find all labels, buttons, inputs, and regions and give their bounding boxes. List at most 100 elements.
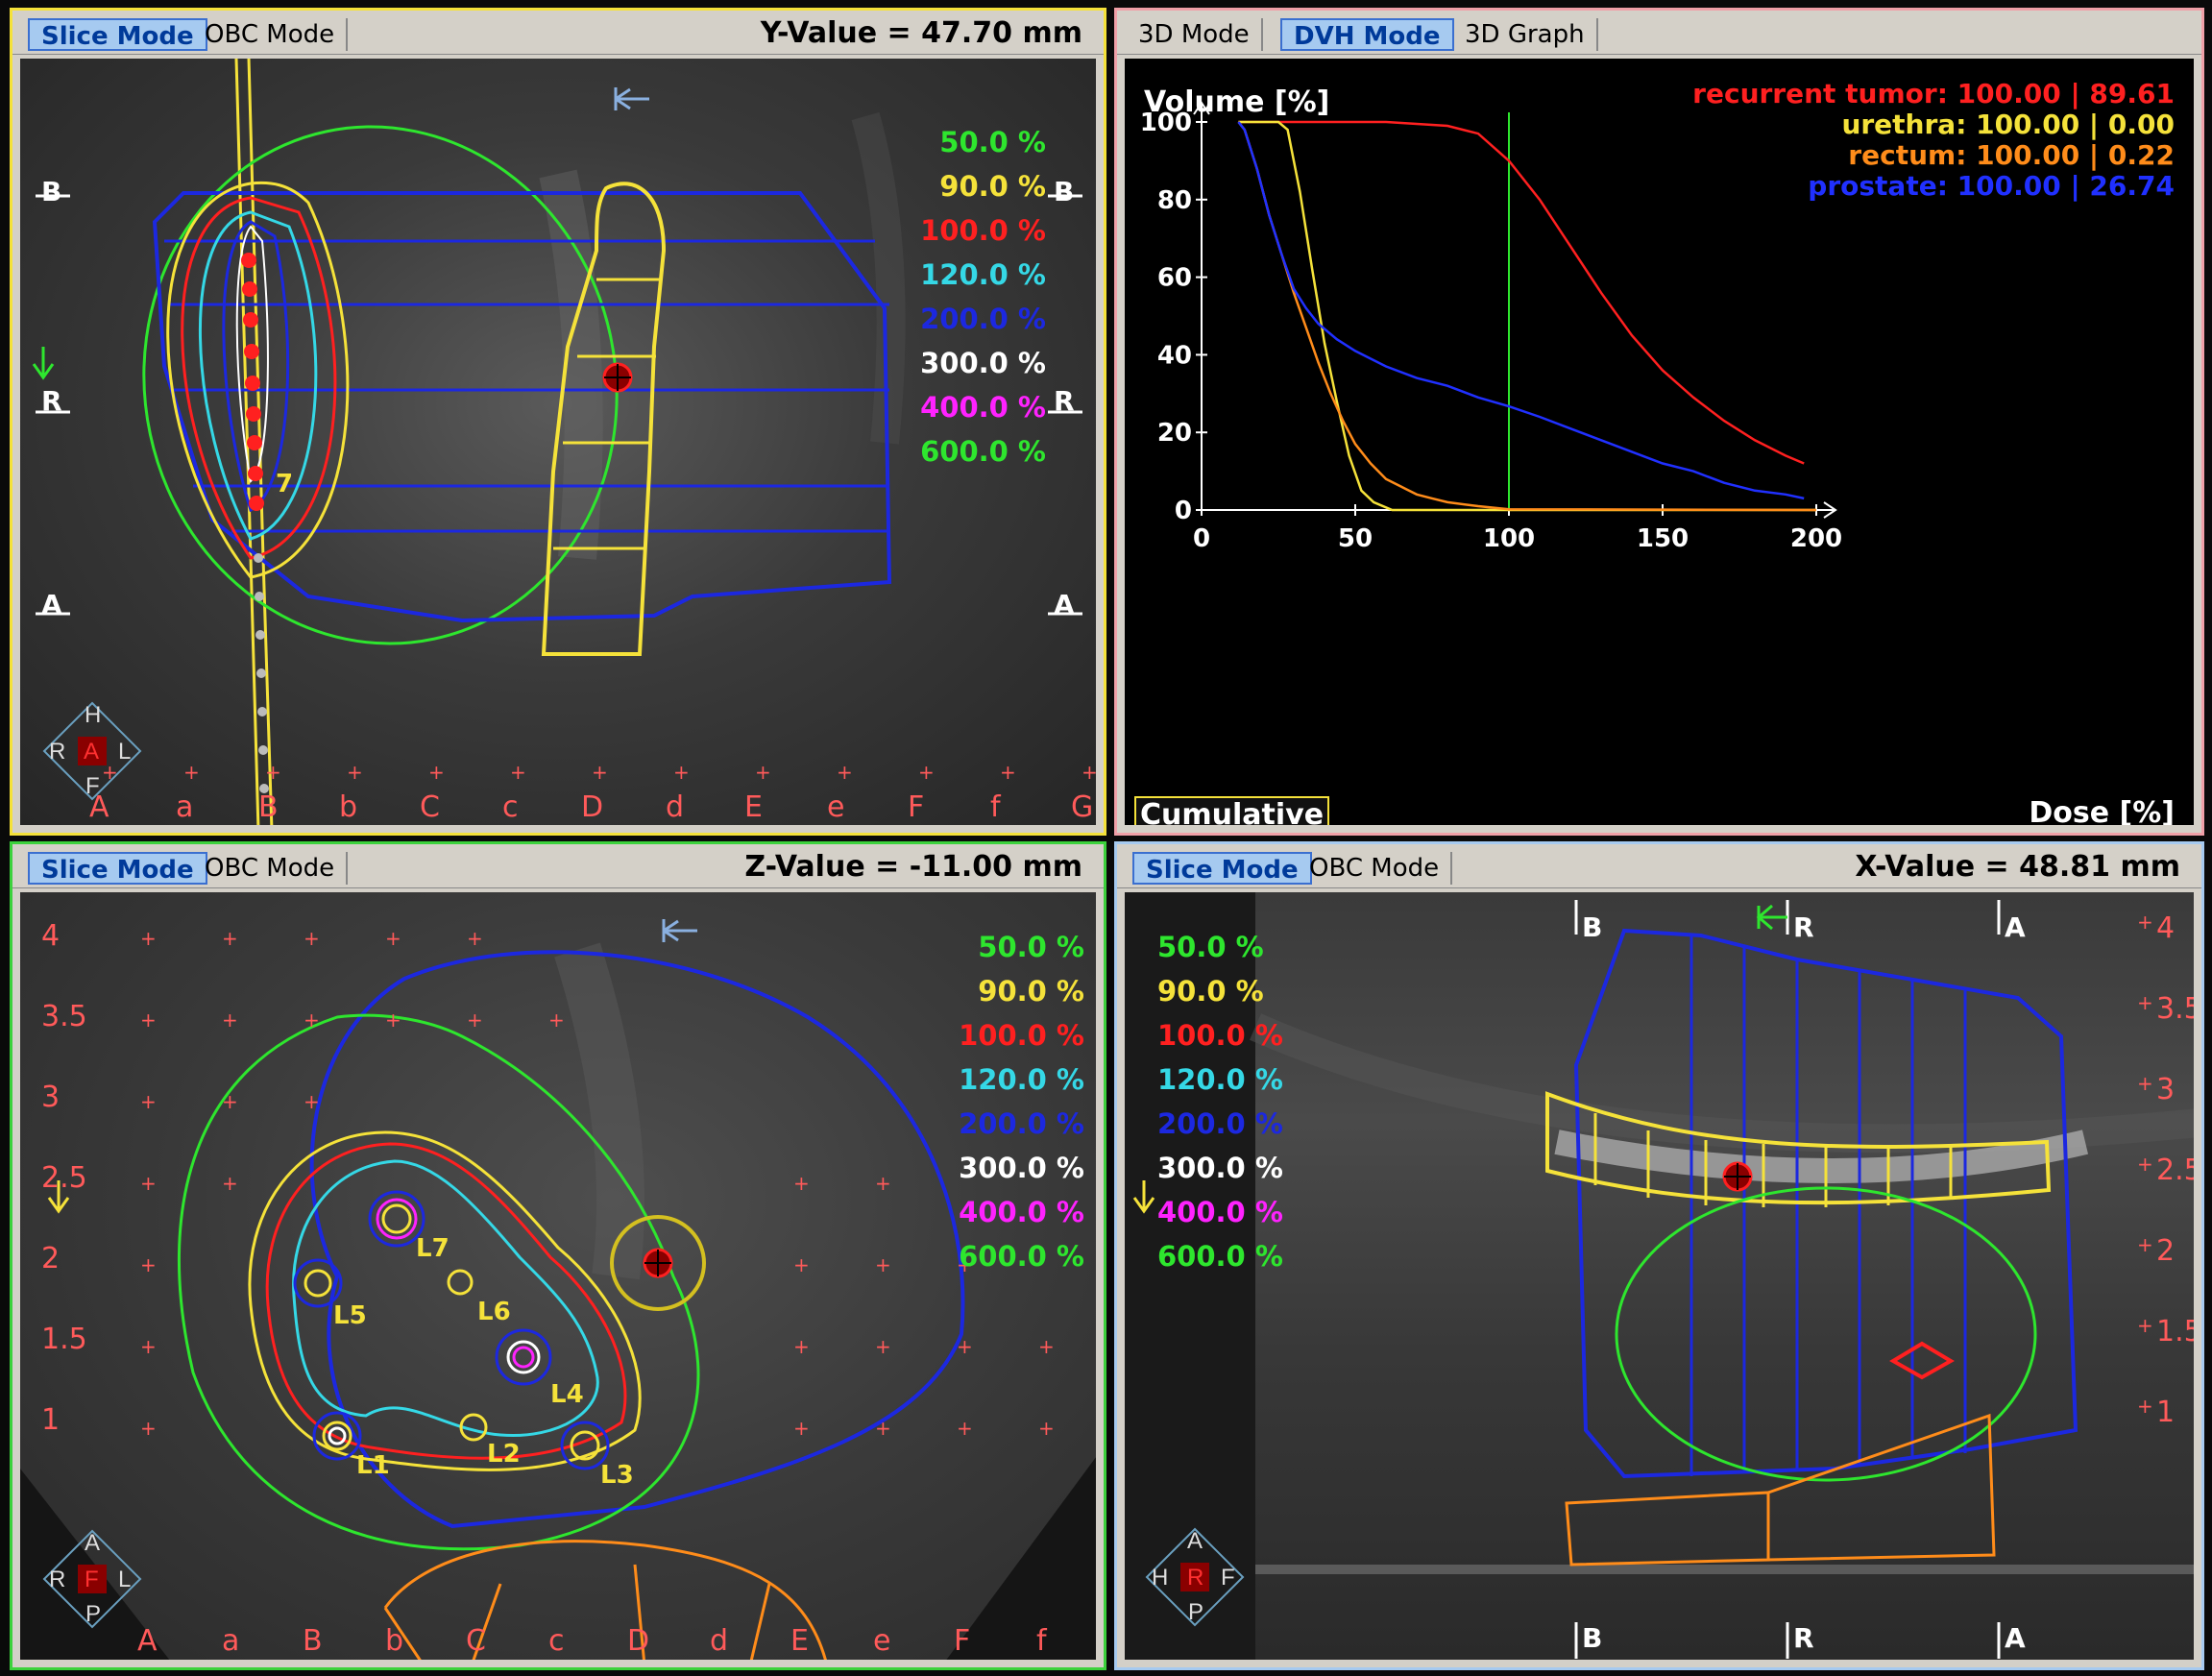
orientation-compass[interactable]: A H R F P xyxy=(1142,1524,1248,1630)
row-number-3: 3 xyxy=(2156,1073,2176,1106)
grid-letter: B xyxy=(303,1624,323,1658)
grid-letter: d xyxy=(666,790,685,824)
ref-label-a-left: A xyxy=(41,589,62,620)
row-number-4: 4 xyxy=(2156,911,2176,945)
row-number-3: 3 xyxy=(41,1081,61,1114)
svg-text:+: + xyxy=(875,1417,891,1440)
isodose-legend-90: 90.0 % xyxy=(978,975,1084,1008)
grid-letter: e xyxy=(827,790,845,824)
axial-view-panel: Slice Mode OBC Mode Z-Value = -11.00 mm xyxy=(10,841,1106,1670)
svg-text:+: + xyxy=(875,1172,891,1195)
isodose-legend-120: 120.0 % xyxy=(1157,1063,1283,1096)
svg-text:+: + xyxy=(183,761,200,784)
svg-text:+: + xyxy=(793,1417,810,1440)
tab-slice-mode[interactable]: Slice Mode xyxy=(1132,852,1312,885)
svg-text:+: + xyxy=(347,761,363,784)
dvh-x-tick-label: 50 xyxy=(1338,524,1373,553)
ref-label-r-left: R xyxy=(41,385,62,417)
tab-slice-mode[interactable]: Slice Mode xyxy=(28,852,207,885)
row-number-1-5: 1.5 xyxy=(2156,1315,2194,1348)
ref-label-a-top: A xyxy=(2005,911,2026,943)
row-number-2: 2 xyxy=(41,1242,61,1275)
compass-bottom: P xyxy=(1188,1599,1204,1625)
catheter-label-l1: L1 xyxy=(356,1451,390,1480)
isodose-legend-600: 600.0 % xyxy=(959,1240,1084,1273)
ref-label-r-top: R xyxy=(1793,911,1814,943)
compass-left: L xyxy=(118,739,132,765)
compass-top: A xyxy=(1187,1528,1203,1554)
svg-text:+: + xyxy=(467,1008,483,1032)
dvh-series-rectum xyxy=(1237,121,1817,512)
grid-letter: F xyxy=(908,790,925,824)
row-number-3-5: 3.5 xyxy=(41,1000,87,1033)
isodose-legend-100: 100.0 % xyxy=(920,214,1046,247)
grid-letter: D xyxy=(581,790,604,824)
grid-letter: C xyxy=(466,1624,486,1658)
compass-right: F xyxy=(1221,1565,1235,1591)
row-number-3-5: 3.5 xyxy=(2156,992,2194,1026)
svg-text:+: + xyxy=(957,1417,973,1440)
svg-text:+: + xyxy=(304,927,320,950)
compass-right: R xyxy=(49,1567,66,1592)
row-number-2-5: 2.5 xyxy=(2156,1154,2194,1187)
dvh-series-recurrent-tumor xyxy=(1238,120,1805,465)
tab-bar: Slice Mode OBC Mode X-Value = 48.81 mm xyxy=(1117,844,2201,888)
isodose-legend-600: 600.0 % xyxy=(920,435,1046,468)
dvh-chart-area[interactable]: Volume [%] recurrent tumor: 100.00 | 89.… xyxy=(1125,59,2194,825)
row-number-4: 4 xyxy=(41,919,61,953)
dvh-y-tick-label: 20 xyxy=(1157,419,1192,448)
svg-text:+: + xyxy=(1038,1417,1055,1440)
catheter-label-7: 7 xyxy=(276,470,294,498)
isodose-legend-400: 400.0 % xyxy=(1157,1196,1283,1228)
isodose-legend-400: 400.0 % xyxy=(920,391,1046,424)
svg-text:+: + xyxy=(140,1090,157,1113)
svg-text:+: + xyxy=(793,1172,810,1195)
tab-obc-mode[interactable]: OBC Mode xyxy=(1298,852,1453,885)
tab-3d-mode[interactable]: 3D Mode xyxy=(1127,18,1263,51)
ref-label-b-top: B xyxy=(1582,911,1603,943)
grid-letter: a xyxy=(222,1624,240,1658)
compass-bottom: P xyxy=(85,1601,102,1627)
svg-text:+: + xyxy=(265,761,281,784)
orientation-compass[interactable]: A R F L P xyxy=(39,1526,145,1632)
compass-center: F xyxy=(85,1567,99,1592)
svg-text:+: + xyxy=(304,1090,320,1113)
tab-3d-graph[interactable]: 3D Graph xyxy=(1453,18,1598,51)
compass-center: R xyxy=(1187,1565,1204,1591)
dvh-x-tick-label: 100 xyxy=(1483,524,1535,553)
row-number-1-5: 1.5 xyxy=(41,1323,87,1356)
ultrasound-image[interactable]: + + + + + + + + + + + + + + + + + + + + + + + + + + + + + + + + 4… xyxy=(20,892,1096,1660)
catheter-label-l5: L5 xyxy=(333,1301,367,1330)
tab-bar: Slice Mode OBC Mode Z-Value = -11.00 mm xyxy=(12,844,1104,888)
row-number-2-5: 2.5 xyxy=(41,1161,87,1195)
isodose-legend-90: 90.0 % xyxy=(1157,975,1264,1008)
grid-letter: E xyxy=(744,790,763,824)
y-value-readout: Y-Value = 47.70 mm xyxy=(760,16,1082,50)
isodose-legend-100: 100.0 % xyxy=(1157,1019,1283,1052)
ref-label-a-bottom: A xyxy=(2005,1622,2026,1654)
orientation-compass[interactable]: H R A L F xyxy=(39,698,145,804)
isodose-legend-120: 120.0 % xyxy=(959,1063,1084,1096)
ultrasound-image[interactable]: + + + + + + + + + + + + + B R A B R A 7 50.0 % 90.… xyxy=(20,59,1096,825)
isodose-legend-300: 300.0 % xyxy=(1157,1152,1283,1184)
dvh-plot: 0 50 100 150 200 0 20 40 60 80 100 xyxy=(1140,101,1842,553)
ultrasound-image[interactable]: + + + + + + + B R A B R A 4 3.5 3 2.5 2 1.5 1… xyxy=(1125,892,2194,1660)
tab-bar: 3D Mode DVH Mode 3D Graph xyxy=(1117,11,2201,55)
dvh-series-prostate xyxy=(1237,121,1805,500)
grid-letter: G xyxy=(1071,790,1094,824)
grid-letter: B xyxy=(258,790,279,824)
svg-text:+: + xyxy=(140,1172,157,1195)
isodose-legend-200: 200.0 % xyxy=(920,303,1046,335)
tab-slice-mode[interactable]: Slice Mode xyxy=(28,18,207,51)
coronal-contours: + + + + + + + xyxy=(1132,900,2194,1659)
tab-obc-mode[interactable]: OBC Mode xyxy=(193,852,349,885)
grid-letter: D xyxy=(627,1624,650,1658)
tab-obc-mode[interactable]: OBC Mode xyxy=(193,18,349,51)
compass-center: A xyxy=(84,739,100,765)
isodose-legend-90: 90.0 % xyxy=(939,170,1046,203)
svg-text:+: + xyxy=(2137,1395,2153,1418)
compass-top: A xyxy=(85,1530,101,1556)
axial-contours: + + + + + + + + + + + + + + + + + + + + + + + + + + + + + + + + xyxy=(20,919,1096,1660)
cumulative-mode-button[interactable]: Cumulative xyxy=(1134,796,1330,825)
tab-dvh-mode[interactable]: DVH Mode xyxy=(1280,18,1454,51)
